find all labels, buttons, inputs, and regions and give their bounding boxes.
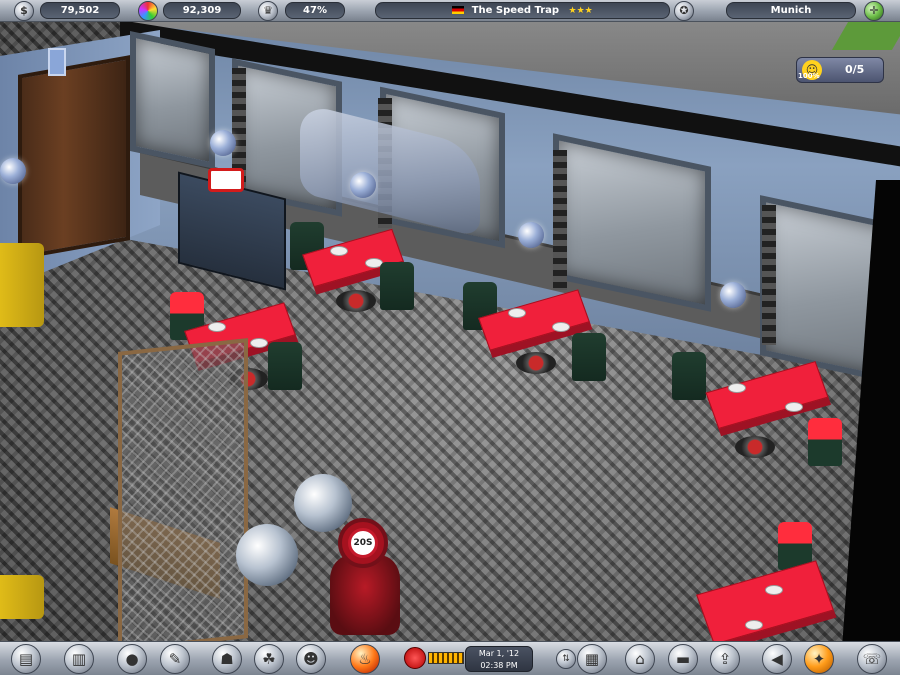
restroom-sign-icon: [48, 48, 66, 76]
compass-icon[interactable]: ✦: [804, 644, 834, 674]
plate: [208, 322, 226, 332]
coins-icon[interactable]: $: [14, 1, 34, 21]
flame-marketing-icon[interactable]: ♨: [350, 644, 380, 674]
guest-count: 0/5: [845, 63, 865, 76]
disco-ball[interactable]: [210, 130, 236, 156]
shop-icon[interactable]: ⌂: [625, 644, 655, 674]
yellow-arcade-machine[interactable]: [0, 243, 44, 327]
guests-icon[interactable]: ☻: [296, 644, 326, 674]
toolbox-icon[interactable]: ▤: [11, 644, 41, 674]
game-speed-control[interactable]: [404, 647, 464, 669]
restaurant-name-field[interactable]: The Speed Trap ★★★: [375, 2, 670, 19]
trophy-icon[interactable]: ♛: [258, 1, 278, 21]
money-display: 79,502: [40, 2, 120, 19]
racing-chair[interactable]: [672, 352, 706, 400]
speed-sign-label: 20S: [348, 528, 378, 558]
window: [130, 30, 215, 170]
pause-button-icon[interactable]: [404, 647, 426, 669]
stats-chart-icon[interactable]: ▥: [64, 644, 94, 674]
plate: [330, 246, 348, 256]
plate: [250, 338, 268, 348]
game-viewport[interactable]: 20S: [0, 0, 900, 675]
map-icon[interactable]: ✛: [864, 1, 884, 21]
color-wheel-icon[interactable]: [138, 1, 158, 21]
recipe-scroll-icon[interactable]: ✎: [160, 644, 190, 674]
wheel-table-base: [735, 436, 775, 458]
yellow-arcade-machine[interactable]: [0, 575, 44, 619]
medal-icon[interactable]: ✪: [674, 1, 694, 21]
window-pillar: [762, 205, 776, 345]
racing-chair[interactable]: [808, 418, 842, 466]
back-button-icon[interactable]: ◀: [762, 644, 792, 674]
build-crate-icon[interactable]: ▦: [577, 644, 607, 674]
plate: [785, 402, 803, 412]
plate: [745, 620, 763, 630]
restaurant-name: The Speed Trap: [471, 5, 560, 16]
reputation-display: 92,309: [163, 2, 241, 19]
top-status-bar: $ 79,502 92,309 ♛ 47% The Speed Trap ★★★…: [0, 0, 900, 22]
window-pillar: [553, 150, 567, 290]
game-date: Mar 1, '12: [478, 649, 520, 658]
plate: [552, 322, 570, 332]
staff-icon[interactable]: ☗: [212, 644, 242, 674]
restroom-door[interactable]: [18, 55, 130, 260]
counter-sign-icon: [208, 168, 244, 192]
phone-icon[interactable]: ☏: [857, 644, 887, 674]
flag-germany-icon: [452, 6, 465, 14]
bottom-toolbar: ▤ ▥ ● ✎ ☗ ☘ ☻ ♨ Mar 1, '12 02:38 PM ⇅ ▦ …: [0, 641, 900, 675]
satisfaction-percent: 100%: [798, 72, 820, 80]
disco-ball[interactable]: [518, 222, 544, 248]
guest-satisfaction-badge[interactable]: ☺ 100% 0/5: [796, 57, 884, 83]
game-time: 02:38 PM: [480, 661, 518, 670]
wheel-table-base: [516, 352, 556, 374]
city-field[interactable]: Munich: [726, 2, 856, 19]
racing-chair[interactable]: [572, 333, 606, 381]
chrome-lamp-ball[interactable]: [294, 474, 352, 532]
date-time-display: Mar 1, '12 02:38 PM: [465, 646, 533, 672]
team-icon[interactable]: ☘: [254, 644, 284, 674]
wheel-table-base: [336, 290, 376, 312]
disco-ball[interactable]: [0, 158, 26, 184]
racing-chair[interactable]: [380, 262, 414, 310]
disco-ball[interactable]: [720, 282, 746, 308]
construction-icon[interactable]: ▬: [668, 644, 698, 674]
zoom-toggle-icon[interactable]: ⇅: [556, 649, 576, 669]
plate: [508, 308, 526, 318]
plate: [765, 585, 783, 595]
food-plate-icon[interactable]: ●: [117, 644, 147, 674]
chrome-lamp-ball[interactable]: [236, 524, 298, 586]
popularity-display: 47%: [285, 2, 345, 19]
disco-ball[interactable]: [350, 172, 376, 198]
mesh-tower-decoration[interactable]: [118, 338, 248, 652]
plate: [728, 383, 746, 393]
restaurant-stars: ★★★: [568, 6, 593, 16]
racing-chair[interactable]: [268, 342, 302, 390]
export-icon[interactable]: ⇪: [710, 644, 740, 674]
speed-bars[interactable]: [428, 652, 464, 664]
